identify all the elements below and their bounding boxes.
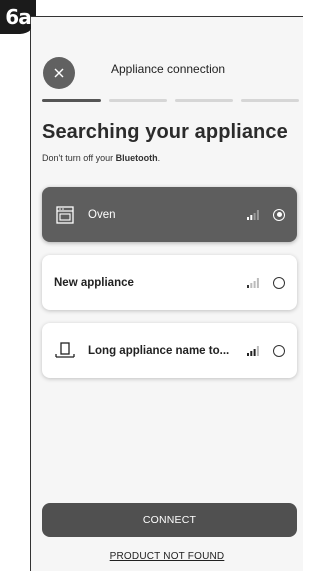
progress-segment <box>109 99 167 102</box>
radio-button[interactable] <box>273 276 285 289</box>
appliance-name: Long appliance name to... <box>88 344 230 357</box>
close-icon <box>54 68 64 78</box>
progress-segment <box>175 99 233 102</box>
close-button[interactable] <box>43 57 75 89</box>
subtitle-prefix: Don't turn off your <box>42 153 116 163</box>
signal-strength-icon <box>247 345 259 356</box>
range-hood-icon <box>54 340 76 362</box>
signal-strength-icon <box>247 209 259 220</box>
connect-button[interactable]: CONNECT <box>42 503 297 537</box>
radio-button[interactable] <box>273 344 285 357</box>
appliance-name: Oven <box>88 208 116 221</box>
appliance-card-long-name[interactable]: Long appliance name to... <box>42 323 297 378</box>
subtitle-suffix: . <box>157 153 161 163</box>
page-title: Searching your appliance <box>42 121 288 143</box>
header-title: Appliance connection <box>111 62 226 76</box>
signal-strength-icon <box>247 277 259 288</box>
radio-button[interactable] <box>273 208 285 221</box>
appliance-card-oven[interactable]: Oven <box>42 187 297 242</box>
progress-segment <box>42 99 101 102</box>
phone-screen: Appliance connection Searching your appl… <box>31 17 303 571</box>
subtitle-emphasis: Bluetooth <box>115 153 158 163</box>
oven-icon <box>54 204 76 226</box>
appliance-card-new[interactable]: New appliance <box>42 255 297 310</box>
appliance-name: New appliance <box>54 276 134 289</box>
step-progress <box>42 99 299 102</box>
subtitle: Don't turn off your Bluetooth. <box>42 153 160 163</box>
progress-segment <box>241 99 299 102</box>
product-not-found-link[interactable]: PRODUCT NOT FOUND <box>31 551 303 562</box>
